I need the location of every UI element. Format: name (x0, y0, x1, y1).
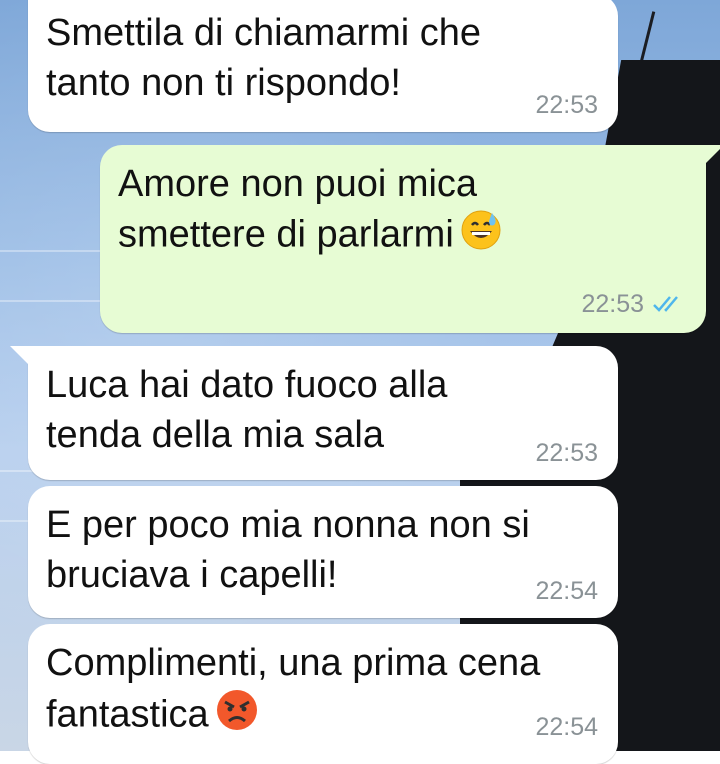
angry-face-emoji-icon (215, 688, 259, 745)
message-text-wrap: Complimenti, una prima cena fantastica (46, 638, 598, 745)
message-text: Amore non puoi mica smettere di parlarmi (118, 163, 478, 256)
message-text: Luca hai dato fuoco alla tenda della mia… (46, 364, 448, 456)
message-text: E per poco mia nonna non si bruciava i c… (46, 504, 530, 596)
message-bubble-incoming[interactable]: Smettila di chiamarmi che tanto non ti r… (28, 0, 618, 132)
message-time: 22:53 (535, 439, 598, 467)
message-time: 22:53 (581, 290, 644, 318)
message-bubble-incoming[interactable]: Complimenti, una prima cena fantastica 2… (28, 624, 618, 764)
message-time: 22:54 (535, 577, 598, 605)
message-meta: 22:53 (535, 90, 598, 120)
message-meta: 22:54 (535, 576, 598, 606)
message-text: Complimenti, una prima cena fantastica (46, 642, 541, 736)
message-bubble-incoming[interactable]: Luca hai dato fuoco alla tenda della mia… (28, 346, 618, 480)
message-meta: 22:54 (535, 712, 598, 742)
read-receipt-icon (653, 296, 678, 312)
message-time: 22:53 (535, 91, 598, 119)
message-text-wrap: Amore non puoi mica smettere di parlarmi (118, 159, 686, 264)
message-time: 22:54 (535, 713, 598, 741)
message-text: Smettila di chiamarmi che tanto non ti r… (46, 12, 482, 104)
message-meta: 22:53 (581, 289, 686, 319)
message-meta: 22:53 (535, 438, 598, 468)
message-bubble-incoming[interactable]: E per poco mia nonna non si bruciava i c… (28, 486, 618, 618)
message-bubble-outgoing[interactable]: Amore non puoi mica smettere di parlarmi… (100, 145, 706, 333)
grinning-sweat-emoji-icon (460, 209, 502, 264)
